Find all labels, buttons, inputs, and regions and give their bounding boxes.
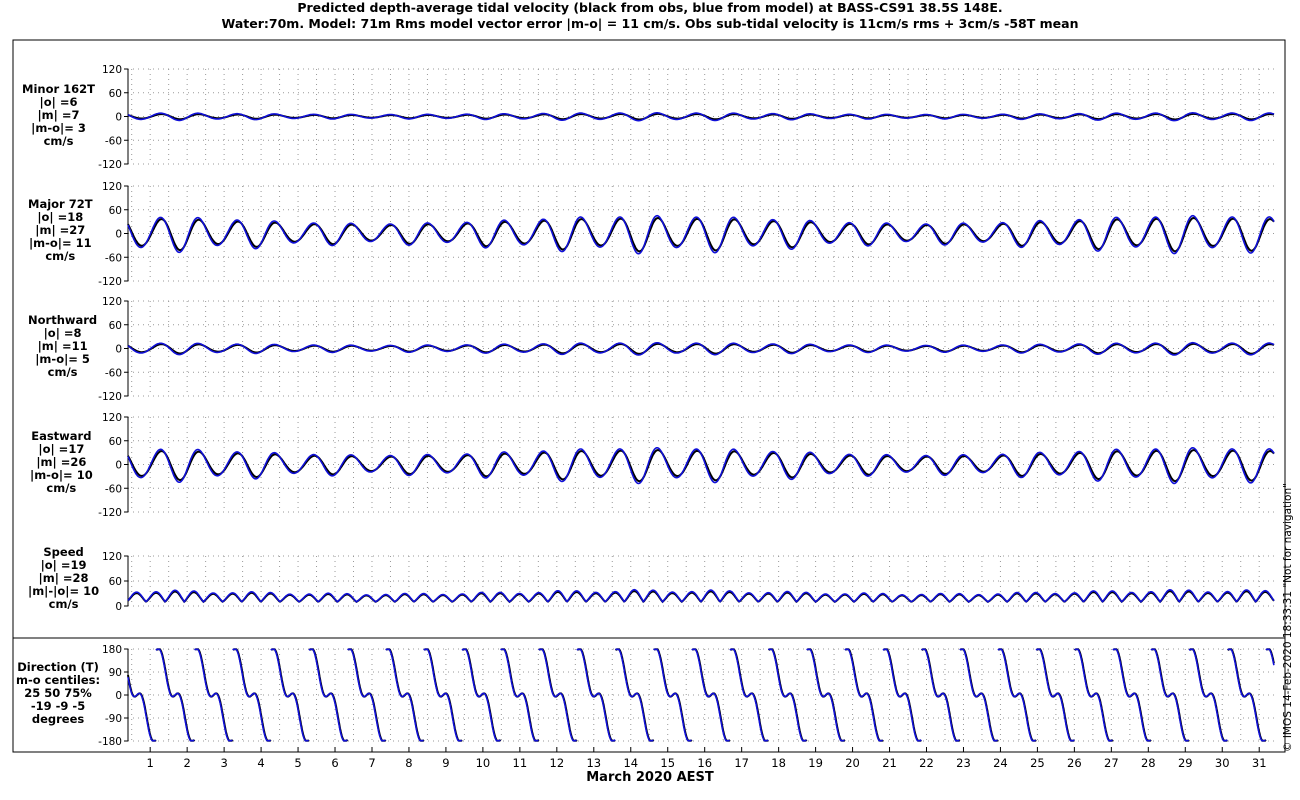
y-tick-label: -60 (105, 135, 122, 147)
y-tick-label: 60 (109, 436, 122, 448)
x-tick-label: 18 (771, 756, 786, 770)
x-tick-label: 24 (993, 756, 1008, 770)
x-tick-label: 26 (1067, 756, 1082, 770)
series-line-model (127, 214, 1275, 255)
x-tick-label: 27 (1104, 756, 1119, 770)
y-tick-label: 0 (115, 690, 122, 702)
y-tick-label: 120 (102, 412, 122, 424)
y-tick-label: 120 (102, 296, 122, 308)
y-tick-label: -180 (98, 736, 122, 748)
panel-label-line: cm/s (48, 597, 79, 611)
x-tick-label: 7 (368, 756, 375, 770)
x-tick-label: 11 (513, 756, 528, 770)
x-tick-label: 17 (734, 756, 749, 770)
y-tick-label: 120 (102, 64, 122, 76)
y-tick-label: 0 (115, 460, 122, 472)
panel-label-line: degrees (31, 712, 85, 726)
y-tick-label: 60 (109, 88, 122, 100)
panel-label-minor: Minor 162T |o| =6 |m| =7 |m-o|= 3 cm/s (22, 83, 95, 148)
y-tick-label: -60 (105, 252, 122, 264)
x-axis-label: March 2020 AEST (586, 770, 714, 785)
x-tick-label: 30 (1215, 756, 1230, 770)
x-tick-label: 21 (882, 756, 897, 770)
credit-text: © IMOS 14-Feb-2020 18:33:31 "Not for nav… (1282, 483, 1294, 752)
y-tick-label: 120 (102, 181, 122, 193)
series-line-obs (127, 648, 1275, 742)
y-tick-label: -120 (98, 391, 122, 403)
y-tick-label: 60 (109, 320, 122, 332)
series-line-model (127, 446, 1275, 485)
x-tick-label: 8 (405, 756, 412, 770)
x-tick-label: 15 (660, 756, 675, 770)
y-tick-label: 0 (115, 344, 122, 356)
x-tick-label: 28 (1141, 756, 1156, 770)
x-tick-label: 5 (294, 756, 301, 770)
x-tick-label: 31 (1252, 756, 1267, 770)
x-tick-label: 13 (586, 756, 601, 770)
panel-label-line: cm/s (45, 249, 76, 263)
y-tick-label: 180 (102, 644, 122, 656)
panel-label-major: Major 72T |o| =18 |m| =27 |m-o|= 11 cm/s (28, 198, 93, 263)
y-tick-label: -90 (105, 713, 122, 725)
x-tick-label: 2 (183, 756, 190, 770)
x-tick-label: 25 (1030, 756, 1045, 770)
y-tick-label: 60 (109, 205, 122, 217)
y-tick-label: -60 (105, 367, 122, 379)
series-line-model (127, 588, 1275, 604)
y-tick-label: 0 (115, 229, 122, 241)
x-tick-label: 4 (257, 756, 264, 770)
y-tick-label: 90 (109, 667, 122, 679)
x-tick-label: 14 (623, 756, 638, 770)
y-tick-label: 60 (109, 576, 122, 588)
series-line-model (127, 341, 1275, 356)
y-tick-label: -120 (98, 276, 122, 288)
y-tick-label: 0 (115, 601, 122, 613)
y-tick-label: -60 (105, 483, 122, 495)
x-tick-label: 23 (956, 756, 971, 770)
x-tick-label: 12 (550, 756, 565, 770)
y-tick-label: -120 (98, 507, 122, 519)
y-tick-label: 0 (115, 112, 122, 124)
panel-label-speed: Speed |o| =19 |m| =28 |m|-|o|= 10 cm/s (28, 546, 99, 611)
x-tick-label: 1 (147, 756, 154, 770)
x-tick-label: 22 (919, 756, 934, 770)
x-tick-label: 19 (808, 756, 823, 770)
tidal-velocity-plot: 120600-60-120120600-60-120120600-60-1201… (12, 39, 1286, 770)
panel-label-line: cm/s (43, 134, 74, 148)
y-tick-label: 120 (102, 551, 122, 563)
panel-label-eastward: Eastward |o| =17 |m| =26 |m-o|= 10 cm/s (30, 430, 93, 495)
x-tick-label: 9 (442, 756, 449, 770)
y-tick-label: -120 (98, 159, 122, 171)
x-tick-label: 20 (845, 756, 860, 770)
panel-label-northward: Northward |o| =8 |m| =11 |m-o|= 5 cm/s (28, 314, 97, 379)
x-tick-label: 6 (331, 756, 338, 770)
x-tick-label: 10 (476, 756, 491, 770)
x-tick-label: 16 (697, 756, 712, 770)
x-tick-label: 29 (1178, 756, 1193, 770)
panel-label-line: cm/s (46, 481, 77, 495)
panel-label-line: cm/s (47, 365, 78, 379)
panel-label-direction: Direction (T) m-o centiles: 25 50 75% -1… (16, 661, 100, 726)
x-tick-label: 3 (220, 756, 227, 770)
series-line-model (127, 648, 1275, 742)
